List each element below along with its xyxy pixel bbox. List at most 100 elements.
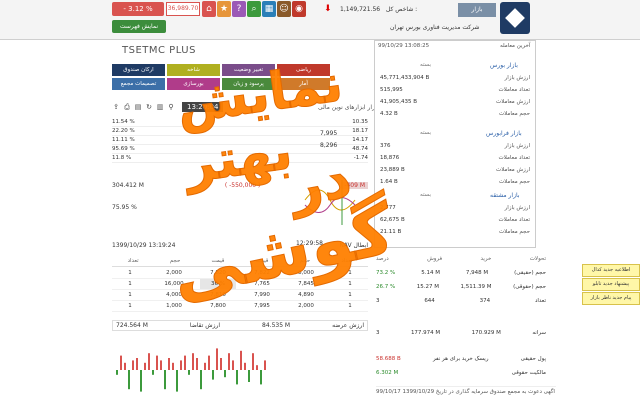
menu-item[interactable]: ریاضی (277, 64, 330, 76)
volume-bar (196, 358, 198, 370)
volume-bar (144, 362, 146, 370)
menu-item[interactable]: پرسود و زیان (222, 78, 275, 90)
stats-date: 99/10/29 13:08:25 (378, 43, 430, 49)
filter-icon[interactable]: ⚲ (167, 103, 175, 111)
chart-toolbar: ⇪ ⎙ ▤ ↻ ▥ ⚲ 13:20:04 (112, 100, 352, 114)
main-index-label: شاخص کل : (386, 6, 418, 13)
price-value: 8,296 (320, 142, 338, 149)
help-icon[interactable]: ? (232, 1, 246, 17)
user-icon[interactable]: ☺ (277, 1, 291, 17)
stat-row: 18,876 تعداد معاملات (380, 154, 530, 163)
column-header: تعداد (127, 258, 139, 264)
summary-value: 304.412 M (112, 182, 144, 189)
table-cell: 1 (128, 303, 132, 309)
stat-row: 23,889 B ارزش معاملات (380, 166, 530, 175)
list-item: 11.54 % 10.35 (112, 118, 368, 127)
row-sell: 177.974 M (410, 330, 441, 336)
refresh-icon[interactable]: ↻ (145, 103, 153, 111)
down-arrow-icon: ⬇ (324, 4, 332, 14)
instrument-title: بازار ابزارهای نوین مالی (318, 104, 379, 111)
volume-bar (264, 360, 266, 370)
column-header: قیمت (255, 258, 269, 264)
table-icon[interactable]: ▤ (134, 103, 142, 111)
stat-label: ارزش بازار (504, 143, 530, 149)
menu-item[interactable]: شاخه (167, 64, 220, 76)
row-label: حجم (حقیقی) (514, 270, 546, 276)
notification-item[interactable]: پیام جدید ناظر بازار (582, 292, 640, 305)
order-book-header: تعداد حجم قیمت قیمت حجم تعداد (112, 258, 368, 267)
menu-item[interactable]: تصمیمات مجمع (112, 78, 165, 90)
stat-row: 41,905,435 B ارزش معاملات (380, 98, 530, 107)
notification-item[interactable]: پیشنهاد جدید تابلو (582, 278, 640, 291)
list-value: 14.17 (352, 137, 368, 143)
stat-value: 45,771,433,904 B (380, 75, 430, 81)
stat-row: 376 ارزش بازار (380, 142, 530, 151)
volume-bar (184, 355, 186, 370)
column-header: درصد (376, 256, 389, 262)
table-row: 1 2,000 7,820 7,822 8,000 1 (112, 268, 368, 279)
intraday-volume-chart (116, 348, 266, 392)
chart-icon[interactable]: ▥ (156, 103, 164, 111)
volume-bar (260, 370, 262, 385)
stat-row: 45,771,433,904 B ارزش بازار (380, 74, 530, 83)
menu-item[interactable]: بورسازی (167, 78, 220, 90)
money-power-value: 58.688 B (376, 356, 401, 362)
index-value-box: 36,989.70 (166, 2, 200, 16)
table-cell: 1 (128, 270, 132, 276)
section-title-bourse[interactable]: بازار بورس (490, 62, 518, 69)
column-header: تحولات (529, 256, 546, 262)
stat-value: 18,876 (380, 155, 400, 161)
volume-bar (228, 353, 230, 370)
row-buy: 7,948 M (465, 270, 489, 276)
section-title-derivatives[interactable]: بازار مشتقه (490, 192, 520, 199)
table-cell: 1 (348, 292, 352, 298)
price-line (304, 189, 356, 211)
total-demand-label: ارزش تقاضا (189, 322, 221, 329)
volume-bar (132, 360, 134, 370)
notification-item[interactable]: اطلاعیه جدید کدال (582, 264, 640, 277)
column-header: قیمت (211, 258, 225, 264)
row-pct: 3 (376, 298, 380, 304)
stat-label: ارزش معاملات (496, 167, 530, 173)
menu-item[interactable]: آمار (277, 78, 330, 90)
topbar-icon-group: ⌂ ★ ? ⌕ ▦ ☺ ◉ (202, 1, 306, 17)
clock: 13:20:04 (182, 102, 224, 112)
print-icon[interactable]: ⎙ (123, 103, 131, 111)
tse-logo (500, 2, 530, 34)
client-type-row: 3 644 374 تعداد (376, 298, 546, 304)
grid-icon[interactable]: ▦ (262, 1, 276, 17)
volume-bar (136, 358, 138, 370)
row-label: تعداد (534, 298, 546, 304)
volume-bar (244, 362, 246, 370)
stat-value: 62,675 B (380, 217, 405, 223)
stat-row: 21.11 B حجم معاملات (380, 228, 530, 237)
announcement-ticker[interactable]: 99/10/17 اگهی دعوت به مجمع صندوق سرمایه … (376, 386, 556, 395)
volume-bar (172, 362, 174, 370)
search-icon[interactable]: ⌕ (247, 1, 261, 17)
home-icon[interactable]: ⌂ (202, 1, 216, 17)
stat-label: حجم معاملات (498, 229, 530, 235)
share-icon[interactable]: ⇪ (112, 103, 120, 111)
market-button[interactable]: بازار (458, 3, 496, 17)
list-value: 18.17 (352, 128, 368, 134)
notification-panel: اطلاعیه جدید کدال پیشنهاد جدید تابلو پیا… (582, 264, 640, 306)
volume-bar (208, 355, 210, 370)
menu-item[interactable]: تغییر وضعیت (222, 64, 275, 76)
section-title-farabourse[interactable]: بازار فرابورس (486, 130, 522, 137)
stat-row: 4.32 B حجم معاملات (380, 110, 530, 119)
show-list-button[interactable]: نمایش فهرست (112, 20, 166, 33)
table-cell: 7,822 (254, 270, 270, 276)
row-sell: 644 (424, 298, 435, 304)
volume-bar (216, 348, 218, 370)
table-cell: 7,995 (254, 303, 270, 309)
table-cell: 1 (348, 270, 352, 276)
stat-value: 515,995 (380, 87, 403, 93)
volume-bar (120, 355, 122, 370)
star-icon[interactable]: ★ (217, 1, 231, 17)
price-value: 7,995 (320, 130, 338, 137)
menu-item[interactable]: ارکان صندوق (112, 64, 165, 76)
volume-bar (248, 370, 250, 382)
logo-icon[interactable]: ◉ (292, 1, 306, 17)
client-type-header: درصد فروش خرید تحولات (376, 256, 546, 262)
table-cell: 7,820 (210, 270, 226, 276)
